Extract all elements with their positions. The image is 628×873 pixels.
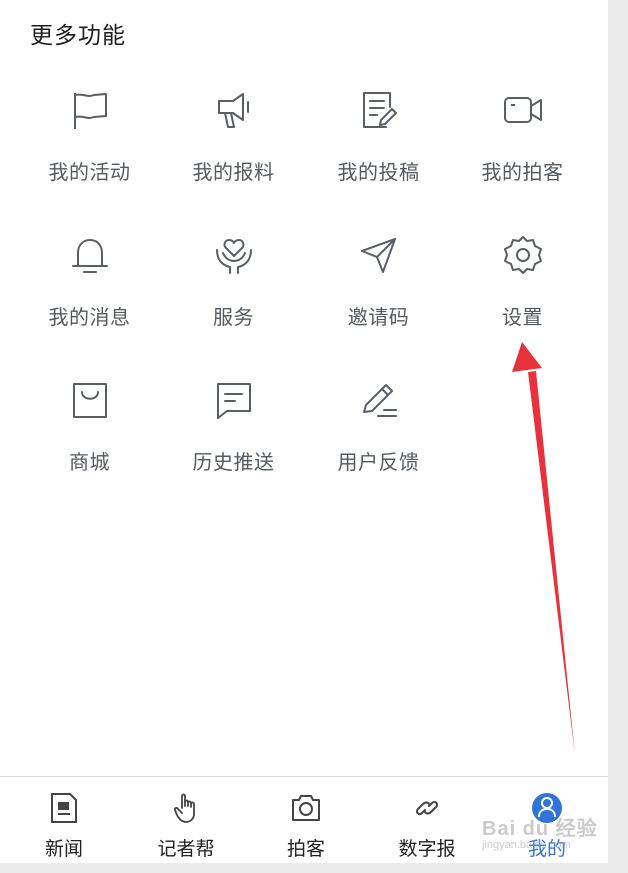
feature-label: 设置 [502,305,543,329]
feature-label: 我的拍客 [481,160,564,184]
tab-label: 拍客 [286,838,325,860]
baidu-watermark: Bai du 经验 jingyan.baidu.com [482,812,598,851]
news-icon [47,791,81,825]
message-icon [212,378,256,422]
feature-history-push[interactable]: 历史推送 [161,378,306,508]
feature-user-feedback[interactable]: 用户反馈 [306,378,451,508]
feature-label: 我的报料 [192,160,275,184]
heart-hands-icon [212,233,256,277]
feature-label: 邀请码 [347,305,410,329]
feature-my-reports[interactable]: 我的报料 [161,88,306,218]
feature-grid: 我的活动 我的报料 我的投稿 我的拍客 我的消息 服务 邀请码 设置 商城 历史… [0,0,608,500]
feature-label: 我的活动 [48,160,131,184]
camera-icon [289,791,323,825]
tab-news[interactable]: 新闻 [9,777,119,864]
feature-service[interactable]: 服务 [161,233,306,363]
video-camera-icon [501,88,545,132]
feature-label: 商城 [69,450,110,474]
feature-label: 服务 [213,305,254,329]
link-icon [410,791,444,825]
shopping-bag-icon [68,378,112,422]
paper-plane-icon [357,233,401,277]
tab-label: 数字报 [398,838,456,860]
pencil-icon [357,378,401,422]
feature-label: 历史推送 [192,450,275,474]
tab-digital-paper[interactable]: 数字报 [372,777,482,864]
feature-my-paike[interactable]: 我的拍客 [450,88,595,218]
watermark-text: Bai du 经验 [482,818,598,840]
hand-tap-icon [169,791,203,825]
flag-icon [68,88,112,132]
tab-label: 记者帮 [157,838,215,860]
feature-settings[interactable]: 设置 [450,233,595,363]
megaphone-icon [212,88,256,132]
feature-label: 我的消息 [48,305,131,329]
more-features-panel: 更多功能 我的活动 我的报料 我的投稿 我的拍客 我的消息 服务 邀请码 设置 … [0,0,608,776]
feature-my-activities[interactable]: 我的活动 [17,88,162,218]
tab-paike[interactable]: 拍客 [251,777,361,864]
tab-reporter-help[interactable]: 记者帮 [131,777,241,864]
feature-my-messages[interactable]: 我的消息 [17,233,162,363]
document-edit-icon [357,88,401,132]
feature-mall[interactable]: 商城 [17,378,162,508]
tab-label: 新闻 [44,838,83,860]
gear-icon [501,233,545,277]
feature-my-submissions[interactable]: 我的投稿 [306,88,451,218]
bell-icon [68,233,112,277]
watermark-subtext: jingyan.baidu.com [482,839,571,851]
feature-label: 我的投稿 [337,160,420,184]
feature-invite-code[interactable]: 邀请码 [306,233,451,363]
feature-label: 用户反馈 [337,450,420,474]
